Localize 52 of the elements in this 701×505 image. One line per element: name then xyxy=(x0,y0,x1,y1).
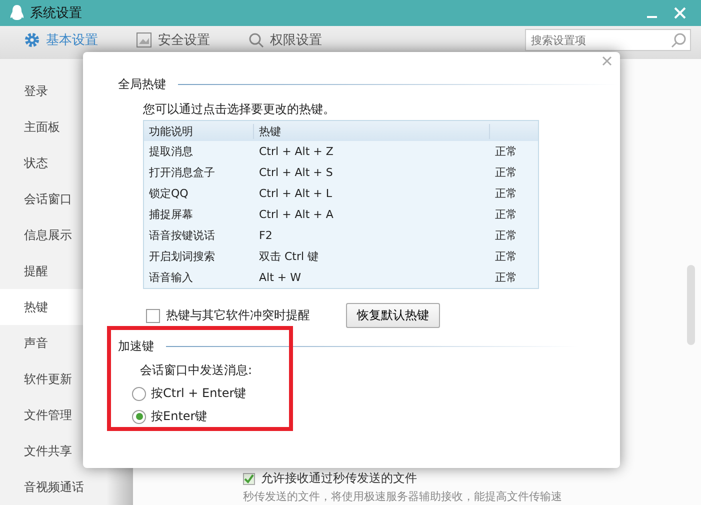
section-title: 全局热键 xyxy=(118,76,166,93)
table-cell[interactable]: Ctrl + Alt + Z xyxy=(254,145,490,158)
conflict-checkbox[interactable]: 热键与其它软件冲突时提醒 xyxy=(146,307,346,324)
settings-tab[interactable]: 安全设置 xyxy=(132,29,214,52)
table-cell-text: 语音输入 xyxy=(148,270,194,285)
settings-tab[interactable]: 权限设置 xyxy=(244,29,326,52)
table-cell[interactable]: Ctrl + Alt + A xyxy=(254,208,490,221)
minimize-icon xyxy=(647,16,657,18)
column-header[interactable]: 功能说明 xyxy=(144,124,254,138)
table-cell[interactable]: Ctrl + Alt + L xyxy=(254,187,490,200)
option-label: 会话窗口中发送消息: xyxy=(140,362,254,379)
description: 您可以通过点击选择要更改的热键。 xyxy=(143,101,336,118)
restore-defaults-button[interactable]: 恢复默认热键 xyxy=(346,303,440,328)
section-title: 加速键 xyxy=(118,338,154,355)
close-icon xyxy=(602,56,612,66)
close-button[interactable] xyxy=(600,54,614,68)
radio-option[interactable]: 按Enter键 xyxy=(132,408,580,425)
table-cell-text: 正常 xyxy=(494,228,518,243)
close-icon xyxy=(674,7,686,20)
search-icon xyxy=(248,32,264,48)
table-cell-text: 打开消息盒子 xyxy=(148,165,216,180)
picture-icon xyxy=(136,32,152,48)
table-cell-text: 正常 xyxy=(494,186,518,201)
table-cell-text: 正常 xyxy=(494,270,518,285)
table-cell-text: 捕捉屏幕 xyxy=(148,207,194,222)
table-cell[interactable]: 双击 Ctrl 键 xyxy=(254,249,490,264)
checkbox[interactable] xyxy=(146,308,160,322)
table-cell-text: 开启划词搜索 xyxy=(148,249,216,264)
radio-button[interactable] xyxy=(132,410,146,424)
table-cell-text: 提取消息 xyxy=(148,144,194,159)
column-header[interactable]: 热键 xyxy=(254,124,490,138)
checkbox[interactable] xyxy=(243,472,255,484)
search-icon[interactable] xyxy=(671,32,687,48)
radio-button[interactable] xyxy=(132,386,146,400)
gear-icon xyxy=(24,32,40,48)
checkbox-label: 允许接收通过秒传发送的文件 xyxy=(261,470,417,487)
table-cell[interactable]: Ctrl + Alt + S xyxy=(254,166,490,179)
table-cell[interactable]: Alt + W xyxy=(254,271,490,284)
table-cell-text: 正常 xyxy=(494,144,518,159)
scrollbar-thumb[interactable] xyxy=(687,265,695,345)
sidebar-item[interactable]: 音视频通话 xyxy=(0,469,133,505)
window-title: 系统设置 xyxy=(30,5,83,22)
table-cell-text: 正常 xyxy=(494,165,518,180)
search-field[interactable]: 搜索设置项 xyxy=(525,29,691,52)
table-cell-text: 正常 xyxy=(494,207,518,222)
option-note: 秒传发送的文件，将使用极速服务器辅助接收，能提高文件传输速 xyxy=(243,489,563,504)
table-cell[interactable]: F2 xyxy=(254,229,490,242)
table-cell-text: 语音按键说话 xyxy=(148,228,216,243)
table-cell-text: 锁定QQ xyxy=(148,186,190,201)
penguin-icon xyxy=(10,5,24,22)
table-cell-text: 正常 xyxy=(494,249,518,264)
radio-option[interactable]: 按Ctrl + Enter键 xyxy=(132,385,580,402)
